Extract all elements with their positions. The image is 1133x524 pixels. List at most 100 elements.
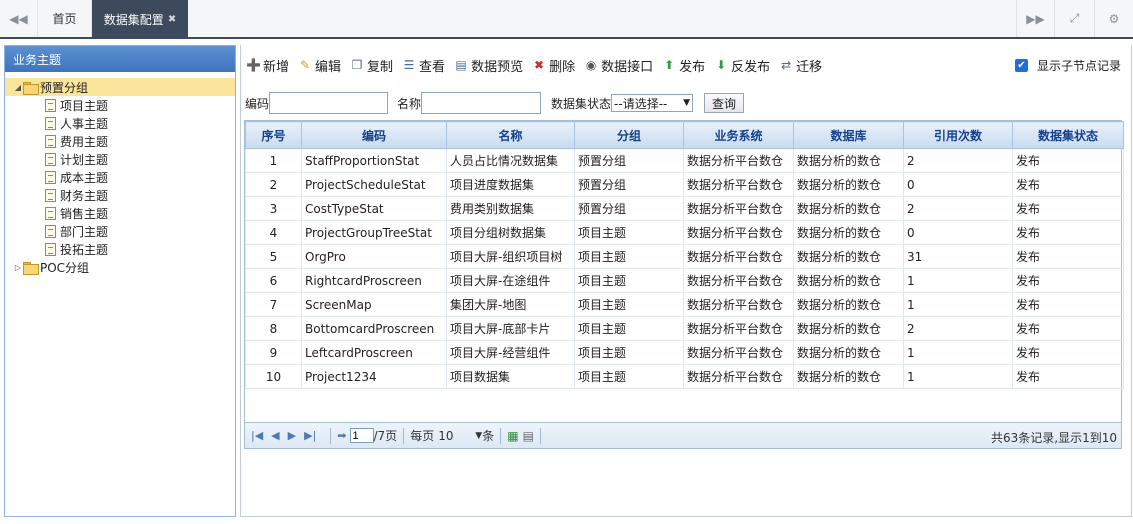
toolbar-button-publish[interactable]: ⬆ 发布 bbox=[662, 56, 705, 75]
folder-icon bbox=[23, 261, 39, 275]
table-cell: ProjectGroupTreeStat bbox=[301, 220, 447, 245]
table-cell: 2 bbox=[245, 172, 302, 197]
tree-item[interactable]: 投拓主题 bbox=[5, 240, 235, 258]
tree-item[interactable]: 成本主题 bbox=[5, 168, 235, 186]
table-cell: 预置分组 bbox=[574, 148, 684, 173]
toolbar-button-interface[interactable]: ◉ 数据接口 bbox=[584, 56, 653, 75]
document-icon bbox=[45, 242, 56, 256]
next-page-icon[interactable]: ▶ bbox=[288, 429, 296, 442]
dataset-table: 序号 编码 名称 分组 业务系统 数据库 引用次数 数据集状态 1 StaffProportio… bbox=[244, 120, 1124, 431]
toolbar-button-pencil[interactable]: ✎ 编辑 bbox=[298, 56, 341, 75]
column-header[interactable]: 编码 bbox=[301, 121, 447, 149]
tree-item[interactable]: 费用主题 bbox=[5, 132, 235, 150]
table-row[interactable]: 7 ScreenMap 集团大屏-地图 项目主题 数据分析平台数仓 数据分析的数仓 1 发布 bbox=[245, 292, 1124, 317]
tree-group[interactable]: ▷ POC分组 bbox=[5, 258, 235, 276]
table-row[interactable]: 2 ProjectScheduleStat 项目进度数据集 预置分组 数据分析平台数仓数… bbox=[245, 172, 1124, 197]
page-number-input[interactable] bbox=[349, 428, 374, 443]
tree-item[interactable]: 部门主题 bbox=[5, 222, 235, 240]
toolbar-button-unpublish[interactable]: ⬇ 反发布 bbox=[714, 56, 770, 75]
toolbar-button-delete[interactable]: ✖ 删除 bbox=[532, 56, 575, 75]
tree-item[interactable]: 人事主题 bbox=[5, 114, 235, 132]
table-header-row: 序号 编码 名称 分组 业务系统 数据库 引用次数 数据集状态 bbox=[245, 121, 1124, 149]
toolbar-button-label: 新增 bbox=[263, 59, 290, 75]
checkbox-checked-icon[interactable]: ✔ bbox=[1014, 59, 1028, 72]
last-page-icon[interactable]: ▶| bbox=[304, 429, 316, 442]
pagination-bar: |◀ ◀ ▶ ▶| ➡ /7页 每页 10 ▼ 条 ▦ ▤ 共63条记录,显示1… bbox=[244, 422, 1122, 449]
toolbar-button-view[interactable]: ☰ 查看 bbox=[402, 56, 445, 75]
column-header[interactable]: 数据库 bbox=[793, 121, 904, 149]
table-cell: 3 bbox=[245, 196, 302, 221]
toolbar-button-add[interactable]: ➕ 新增 bbox=[246, 56, 289, 75]
column-header[interactable]: 引用次数 bbox=[903, 121, 1013, 149]
table-cell: 发布 bbox=[1012, 292, 1124, 317]
copy-icon: ❐ bbox=[351, 58, 363, 72]
column-header[interactable]: 分组 bbox=[574, 121, 684, 149]
tree-group-label: POC分组 bbox=[40, 260, 90, 275]
per-page-select[interactable]: 10 ▼ bbox=[438, 429, 482, 443]
tree-item[interactable]: 计划主题 bbox=[5, 150, 235, 168]
table-cell: 2 bbox=[903, 316, 1013, 341]
tree-item[interactable]: 项目主题 bbox=[5, 96, 235, 114]
gear-icon[interactable]: ⚙ bbox=[1094, 0, 1133, 37]
toolbar-button-label: 数据接口 bbox=[601, 59, 654, 75]
show-child-records-checkbox[interactable]: ✔ 显示子节点记录 bbox=[1014, 57, 1121, 74]
table-row[interactable]: 5 OrgPro 项目大屏-组织项目树 项目主题 数据分析平台数仓 数据分析的数仓 31 发布 bbox=[245, 244, 1124, 269]
document-icon bbox=[45, 206, 56, 220]
status-select[interactable]: --请选择-- ▼ bbox=[611, 94, 694, 112]
table-row[interactable]: 4 ProjectGroupTreeStat 项目分组树数据集 项目主题 数据分析平台数… bbox=[245, 220, 1124, 245]
table-row[interactable]: 9 LeftcardProscreen 项目大屏-经营组件 项目主题 数据分析平台数仓数… bbox=[245, 340, 1124, 365]
toolbar-button-migrate[interactable]: ⇄ 迁移 bbox=[779, 56, 822, 75]
table-cell: LeftcardProscreen bbox=[301, 340, 447, 365]
table-cell: 人员占比情况数据集 bbox=[446, 148, 575, 173]
table-row[interactable]: 3 CostTypeStat 费用类别数据集 预置分组 数据分析平台数仓 数据分析的数仓 2… bbox=[245, 196, 1124, 221]
export-excel-icon[interactable]: ▦ bbox=[507, 429, 518, 443]
first-page-icon[interactable]: |◀ bbox=[251, 429, 263, 442]
folder-open-icon bbox=[23, 81, 39, 95]
close-icon[interactable]: ✖ bbox=[168, 14, 176, 25]
document-icon bbox=[45, 188, 56, 202]
divider bbox=[403, 427, 405, 444]
tree-item-label: 计划主题 bbox=[60, 152, 109, 167]
table-cell: 项目主题 bbox=[574, 220, 684, 245]
query-button[interactable]: 查询 bbox=[704, 93, 745, 113]
table-row[interactable]: 1 StaffProportionStat 人员占比情况数据集 预置分组 数据分析平台数… bbox=[245, 148, 1124, 173]
tab-dataset-config[interactable]: 数据集配置 ✖ bbox=[92, 0, 188, 39]
table-cell: OrgPro bbox=[301, 244, 447, 269]
tree-group[interactable]: ◢ 预置分组 bbox=[5, 78, 235, 96]
fullscreen-icon[interactable]: ⤢ bbox=[1054, 0, 1094, 37]
tree-item[interactable]: 销售主题 bbox=[5, 204, 235, 222]
name-input[interactable] bbox=[421, 92, 542, 114]
scroll-tabs-right-icon[interactable]: ▶▶ bbox=[1016, 0, 1054, 37]
table-row[interactable]: 10 Project1234 项目数据集 项目主题 数据分析平台数仓 数据分析的数仓 1 发布 bbox=[245, 364, 1124, 389]
divider bbox=[330, 427, 332, 444]
publish-icon: ⬆ bbox=[664, 58, 675, 72]
table-row[interactable]: 8 BottomcardProscreen 项目大屏-底部卡片 项目主题 数据分析平台数… bbox=[245, 316, 1124, 341]
tab-bar: ◀◀ 首页 数据集配置 ✖ ▶▶ ⤢ ⚙ bbox=[0, 0, 1133, 39]
column-header[interactable]: 序号 bbox=[245, 121, 302, 149]
toolbar-button-copy[interactable]: ❐ 复制 bbox=[350, 56, 393, 75]
tree-item[interactable]: 财务主题 bbox=[5, 186, 235, 204]
code-input[interactable] bbox=[269, 92, 389, 114]
table-cell: 项目主题 bbox=[574, 340, 684, 365]
column-header[interactable]: 业务系统 bbox=[683, 121, 794, 149]
table-cell: 发布 bbox=[1012, 364, 1124, 389]
table-row[interactable]: 6 RightcardProscreen 项目大屏-在途组件 项目主题 数据分析平台数仓… bbox=[245, 268, 1124, 293]
table-cell: 项目主题 bbox=[574, 292, 684, 317]
table-cell: 发布 bbox=[1012, 268, 1124, 293]
export-doc-icon[interactable]: ▤ bbox=[523, 429, 534, 443]
toolbar-button-preview[interactable]: ▤ 数据预览 bbox=[454, 56, 523, 75]
column-header[interactable]: 名称 bbox=[446, 121, 575, 149]
table-cell: 项目大屏-底部卡片 bbox=[446, 316, 575, 341]
go-page-icon[interactable]: ➡ bbox=[337, 429, 346, 442]
collapsed-arrow-icon[interactable]: ▷ bbox=[13, 263, 23, 272]
expanded-arrow-icon[interactable]: ◢ bbox=[13, 83, 23, 92]
column-header[interactable]: 数据集状态 bbox=[1012, 121, 1124, 149]
table-cell: 数据分析的数仓 bbox=[793, 172, 904, 197]
per-page-label: 每页 bbox=[410, 429, 435, 443]
table-cell: 0 bbox=[903, 220, 1013, 245]
toolbar-button-label: 数据预览 bbox=[471, 59, 524, 75]
scroll-tabs-left-icon[interactable]: ◀◀ bbox=[0, 0, 38, 37]
prev-page-icon[interactable]: ◀ bbox=[271, 429, 279, 442]
tab-home[interactable]: 首页 bbox=[38, 0, 92, 37]
checkbox-label: 显示子节点记录 bbox=[1036, 59, 1121, 73]
